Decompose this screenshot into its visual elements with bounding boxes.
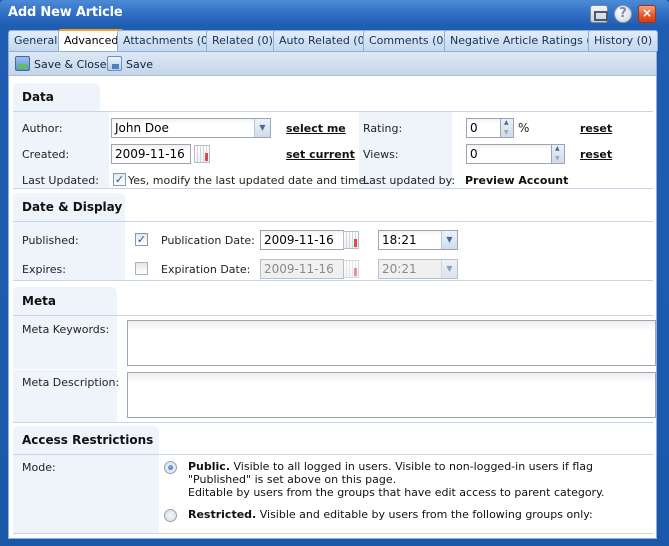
publication-time-value: 18:21	[382, 233, 417, 247]
expiration-date-label: Expiration Date:	[161, 263, 251, 276]
divider	[13, 111, 653, 112]
views-label: Views:	[363, 148, 399, 161]
save-icon	[107, 56, 122, 71]
calendar-icon[interactable]	[194, 145, 210, 163]
tab-comments[interactable]: Comments (0)	[363, 30, 454, 51]
restricted-title: Restricted.	[188, 508, 257, 521]
meta-keywords-label: Meta Keywords:	[22, 323, 110, 336]
form-content: Data Author: John Doe ▼ select me Create…	[9, 77, 656, 539]
tab-negative-ratings[interactable]: Negative Article Ratings (0)	[444, 30, 608, 51]
title-bar[interactable]: Add New Article ? ×	[0, 0, 669, 27]
expiration-time-select[interactable]: 20:21 ▼	[378, 259, 458, 279]
restricted-description: Restricted. Visible and editable by user…	[188, 508, 628, 521]
public-text: Visible to all logged in users. Visible …	[188, 460, 593, 486]
rating-spinner[interactable]	[500, 118, 514, 138]
published-label: Published:	[22, 234, 79, 247]
section-title: Access Restrictions	[13, 426, 159, 454]
minimize-button[interactable]	[590, 5, 608, 23]
author-select[interactable]: John Doe ▼	[111, 118, 271, 138]
publication-time-select[interactable]: 18:21 ▼	[378, 230, 458, 250]
percent-sign: %	[518, 121, 530, 135]
public-radio[interactable]	[164, 461, 177, 474]
rating-value: 0	[470, 121, 478, 135]
select-me-link[interactable]: select me	[286, 122, 346, 135]
publication-date-value: 2009-11-16	[264, 233, 334, 247]
save-button[interactable]: Save	[107, 56, 153, 72]
chevron-down-icon[interactable]: ▼	[441, 260, 457, 278]
divider	[13, 188, 653, 189]
article-dialog: Add New Article ? × General Advanced Att…	[0, 0, 669, 546]
rating-reset-link[interactable]: reset	[580, 122, 612, 135]
section-access-restrictions: Access Restrictions Mode: Public. Visibl…	[13, 426, 653, 539]
views-input[interactable]: 0	[466, 144, 552, 164]
rating-label: Rating:	[363, 122, 403, 135]
close-button[interactable]: ×	[638, 5, 656, 23]
views-spinner[interactable]	[551, 144, 565, 164]
meta-description-textarea[interactable]	[127, 372, 656, 418]
tab-history[interactable]: History (0)	[588, 30, 659, 51]
expiration-time-value: 20:21	[382, 262, 417, 276]
last-updated-text: Yes, modify the last updated date and ti…	[128, 174, 369, 187]
set-current-link[interactable]: set current	[286, 148, 355, 161]
rating-input[interactable]: 0	[466, 118, 501, 138]
last-updated-by-value: Preview Account	[465, 174, 569, 187]
section-meta: Meta Meta Keywords: Meta Description:	[13, 287, 656, 423]
divider	[13, 533, 653, 534]
section-data: Data Author: John Doe ▼ select me Create…	[13, 83, 653, 189]
toolbar: Save & Close Save	[9, 52, 656, 76]
last-updated-label: Last Updated:	[22, 174, 99, 187]
views-reset-link[interactable]: reset	[580, 148, 612, 161]
tab-related[interactable]: Related (0)	[206, 30, 279, 51]
published-checkbox[interactable]: ✓	[135, 233, 148, 246]
divider	[13, 369, 117, 370]
author-label: Author:	[22, 122, 63, 135]
public-description: Public. Visible to all logged in users. …	[188, 460, 628, 499]
meta-keywords-textarea[interactable]	[127, 320, 656, 366]
floppy-disk-icon	[15, 56, 30, 71]
tab-panel-advanced: Save & Close Save Data Author: John Doe …	[8, 51, 657, 539]
created-date-input[interactable]: 2009-11-16	[111, 144, 191, 164]
divider	[13, 280, 653, 281]
chevron-down-icon[interactable]: ▼	[441, 231, 457, 249]
publication-date-label: Publication Date:	[161, 234, 255, 247]
save-close-button[interactable]: Save & Close	[15, 56, 107, 72]
tab-auto-related[interactable]: Auto Related (0)	[273, 30, 375, 51]
calendar-icon[interactable]	[343, 231, 359, 249]
views-value: 0	[470, 147, 478, 161]
mode-label: Mode:	[22, 461, 56, 474]
section-title: Data	[13, 83, 100, 111]
tab-general[interactable]: General	[8, 30, 64, 51]
save-label: Save	[126, 58, 154, 71]
public-title: Public.	[188, 460, 231, 473]
meta-description-label: Meta Description:	[22, 376, 120, 389]
publication-date-input[interactable]: 2009-11-16	[260, 230, 344, 250]
section-date-display: Date & Display Published: ✓ Publication …	[13, 193, 653, 281]
created-value: 2009-11-16	[115, 147, 185, 161]
expiration-date-value: 2009-11-16	[264, 262, 334, 276]
tab-advanced[interactable]: Advanced	[58, 29, 125, 51]
restricted-text: Visible and editable by users from the f…	[256, 508, 593, 521]
tab-attachments[interactable]: Attachments (0)	[117, 30, 219, 51]
calendar-icon[interactable]	[343, 260, 359, 278]
expiration-date-input[interactable]: 2009-11-16	[260, 259, 344, 279]
help-button[interactable]: ?	[614, 5, 632, 23]
created-label: Created:	[22, 148, 70, 161]
restricted-radio[interactable]	[164, 509, 177, 522]
window-title: Add New Article	[8, 5, 123, 20]
section-title: Meta	[13, 287, 117, 315]
public-text-2: Editable by users from the groups that h…	[188, 486, 605, 499]
section-title: Date & Display	[13, 193, 125, 221]
expires-label: Expires:	[22, 263, 66, 276]
divider	[13, 422, 653, 423]
chevron-down-icon[interactable]: ▼	[254, 119, 270, 137]
author-value: John Doe	[115, 121, 169, 135]
save-close-label: Save & Close	[34, 58, 107, 71]
last-updated-by-label: Last updated by:	[363, 174, 456, 187]
expires-checkbox[interactable]	[135, 262, 148, 275]
last-updated-checkbox[interactable]: ✓	[113, 173, 126, 186]
